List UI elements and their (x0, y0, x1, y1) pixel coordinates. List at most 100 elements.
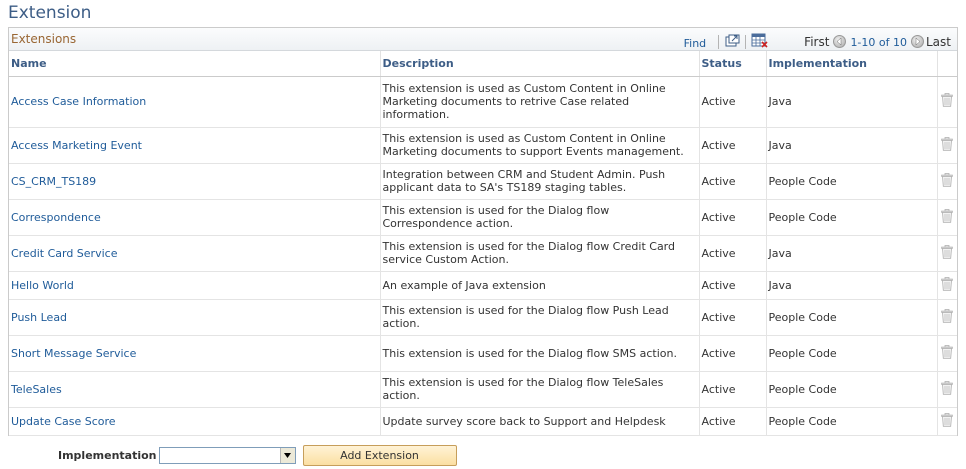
cell-delete (937, 407, 957, 436)
column-header-delete (937, 51, 957, 77)
cell-delete (937, 127, 957, 164)
table-row: Access Case Information This extension is… (9, 76, 957, 128)
cell-status: Active (699, 235, 767, 272)
table-row: Update Case Score Update survey score bac… (9, 407, 957, 436)
cell-delete (937, 163, 957, 200)
cell-implementation: People Code (766, 371, 938, 408)
cell-status: Active (699, 407, 767, 436)
cell-delete (937, 371, 957, 408)
cell-description: This extension is used for the Dialog fl… (380, 299, 700, 336)
extensions-grid: Extensions Find First 1-10 of 10 Last Na… (8, 27, 958, 436)
cell-delete (937, 199, 957, 236)
cell-name: Push Lead (9, 299, 381, 336)
add-extension-button[interactable]: Add Extension (302, 444, 457, 466)
extension-name-link[interactable]: Push Lead (11, 311, 67, 324)
extension-name-link[interactable]: Credit Card Service (11, 247, 117, 260)
cell-status: Active (699, 371, 767, 408)
trash-icon[interactable] (941, 276, 954, 294)
extension-name-link[interactable]: Access Marketing Event (11, 139, 142, 152)
table-row: Short Message Service This extension is u… (9, 335, 957, 372)
cell-description: Update survey score back to Support and … (380, 407, 700, 436)
cell-implementation: Java (766, 127, 938, 164)
grid-navigation: Find First 1-10 of 10 Last (684, 30, 951, 50)
cell-implementation: People Code (766, 299, 938, 336)
new-window-icon[interactable] (723, 32, 741, 48)
trash-icon[interactable] (941, 412, 954, 430)
cell-status: Active (699, 76, 767, 128)
cell-name: Hello World (9, 271, 381, 300)
cell-delete (937, 335, 957, 372)
column-header-description[interactable]: Description (380, 51, 700, 77)
cell-description: This extension is used for the Dialog fl… (380, 235, 700, 272)
nav-last: Last (926, 35, 951, 49)
cell-status: Active (699, 163, 767, 200)
table-row: Access Marketing Event This extension is … (9, 127, 957, 164)
next-arrow-icon[interactable] (911, 34, 924, 48)
cell-delete (937, 235, 957, 272)
find-link[interactable]: Find (684, 37, 707, 50)
cell-delete (937, 299, 957, 336)
extension-name-link[interactable]: TeleSales (11, 383, 62, 396)
cell-implementation: People Code (766, 407, 938, 436)
trash-icon[interactable] (941, 380, 954, 398)
column-header-name[interactable]: Name (9, 51, 381, 77)
extension-name-link[interactable]: Correspondence (11, 211, 101, 224)
cell-description: An example of Java extension (380, 271, 700, 300)
cell-status: Active (699, 299, 767, 336)
implementation-label: Implementation (58, 448, 157, 462)
cell-implementation: People Code (766, 199, 938, 236)
table-row: Correspondence This extension is used for… (9, 199, 957, 236)
cell-status: Active (699, 199, 767, 236)
spreadsheet-icon[interactable] (750, 32, 768, 48)
grid-title: Extensions (11, 32, 77, 46)
implementation-select[interactable] (158, 446, 296, 464)
dropdown-arrow-icon[interactable] (279, 447, 295, 463)
extension-name-link[interactable]: Update Case Score (11, 415, 116, 428)
table-row: TeleSales This extension is used for the … (9, 371, 957, 408)
cell-name: Access Marketing Event (9, 127, 381, 164)
cell-implementation: People Code (766, 335, 938, 372)
prev-arrow-icon[interactable] (833, 34, 847, 48)
table-row: Credit Card Service This extension is use… (9, 235, 957, 272)
cell-description: This extension is used for the Dialog fl… (380, 371, 700, 408)
extension-name-link[interactable]: Short Message Service (11, 347, 136, 360)
cell-name: Update Case Score (9, 407, 381, 436)
cell-status: Active (699, 127, 767, 164)
cell-status: Active (699, 335, 767, 372)
separator (745, 35, 747, 49)
column-header-status[interactable]: Status (699, 51, 767, 77)
cell-description: This extension is used as Custom Content… (380, 76, 700, 128)
cell-implementation: People Code (766, 163, 938, 200)
cell-delete (937, 76, 957, 128)
trash-icon[interactable] (941, 344, 954, 362)
nav-first: First (804, 35, 830, 49)
grid-header: Extensions Find First 1-10 of 10 Last (9, 28, 957, 51)
cell-implementation: Java (766, 235, 938, 272)
cell-description: This extension is used for the Dialog fl… (380, 199, 700, 236)
trash-icon[interactable] (941, 93, 954, 110)
cell-description: Integration between CRM and Student Admi… (380, 163, 700, 200)
cell-delete (937, 271, 957, 300)
cell-name: TeleSales (9, 371, 381, 408)
separator (718, 35, 720, 49)
nav-range: 1-10 of 10 (850, 35, 907, 49)
table-row: CS_CRM_TS189 Integration between CRM and … (9, 163, 957, 200)
trash-icon[interactable] (941, 172, 954, 190)
cell-name: CS_CRM_TS189 (9, 163, 381, 200)
trash-icon[interactable] (941, 136, 954, 154)
cell-name: Access Case Information (9, 76, 381, 128)
extension-name-link[interactable]: CS_CRM_TS189 (11, 175, 96, 188)
trash-icon[interactable] (941, 308, 954, 326)
extension-name-link[interactable]: Access Case Information (11, 95, 146, 108)
trash-icon[interactable] (941, 244, 954, 262)
cell-status: Active (699, 271, 767, 300)
extension-name-link[interactable]: Hello World (11, 279, 74, 292)
cell-description: This extension is used for the Dialog fl… (380, 335, 700, 372)
cell-implementation: Java (766, 76, 938, 128)
column-header-implementation[interactable]: Implementation (766, 51, 938, 77)
cell-description: This extension is used as Custom Content… (380, 127, 700, 164)
extensions-table: Name Description Status Implementation A… (9, 51, 957, 436)
trash-icon[interactable] (941, 208, 954, 226)
table-header-row: Name Description Status Implementation (9, 51, 957, 77)
page-title: Extension (8, 3, 92, 23)
